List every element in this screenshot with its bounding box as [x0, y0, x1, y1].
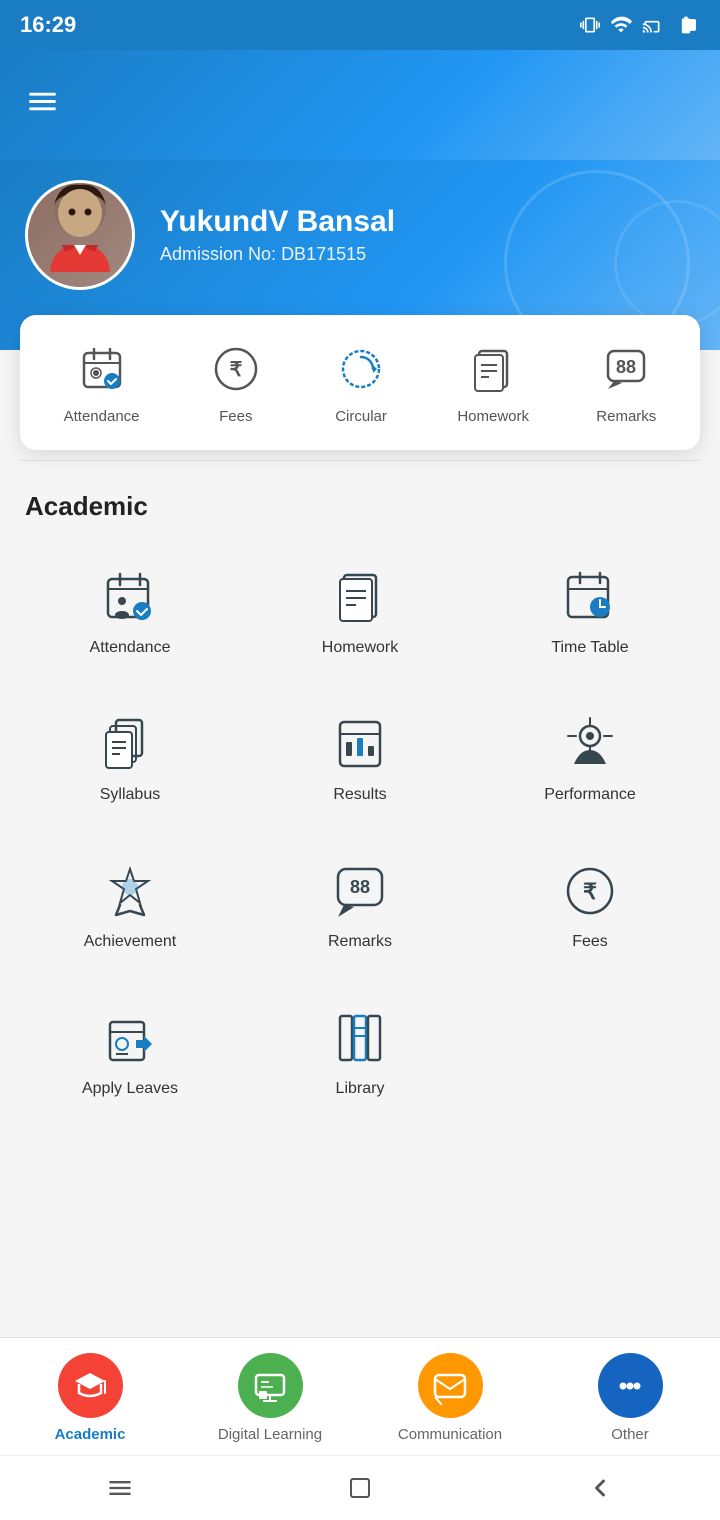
grid-timetable-icon [558, 564, 623, 629]
grid-applyleaves-label: Apply Leaves [82, 1080, 178, 1098]
grid-results-icon [328, 711, 393, 776]
academic-grid: Attendance Homework [0, 542, 720, 1120]
svg-text:88: 88 [616, 357, 636, 377]
attendance-icon [73, 340, 131, 398]
nav-digital-learning-label: Digital Learning [218, 1426, 322, 1443]
circular-icon [332, 340, 390, 398]
circular-label: Circular [335, 408, 387, 425]
android-home-btn[interactable] [335, 1463, 385, 1513]
grid-syllabus-icon [98, 711, 163, 776]
fees-label: Fees [219, 408, 252, 425]
profile-name: YukundV Bansal [160, 205, 395, 239]
android-back-btn[interactable] [575, 1463, 625, 1513]
svg-text:₹: ₹ [229, 359, 242, 381]
profile-admission: Admission No: DB171515 [160, 244, 395, 265]
status-time: 16:29 [20, 12, 76, 38]
grid-applyleaves-icon [98, 1005, 163, 1070]
quick-action-attendance[interactable]: Attendance [64, 340, 140, 425]
profile-info: YukundV Bansal Admission No: DB171515 [160, 205, 395, 265]
attendance-label: Attendance [64, 408, 140, 425]
svg-text:₹: ₹ [583, 879, 597, 904]
status-bar: 16:29 [0, 0, 720, 50]
nav-other-label: Other [611, 1426, 649, 1443]
grid-remarks-label: Remarks [328, 933, 392, 951]
grid-item-achievement[interactable]: Achievement [20, 836, 240, 973]
grid-fees-label: Fees [572, 933, 608, 951]
quick-action-homework[interactable]: Homework [457, 340, 529, 425]
grid-performance-label: Performance [544, 786, 636, 804]
grid-item-syllabus[interactable]: Syllabus [20, 689, 240, 826]
vibrate-icon [580, 15, 600, 35]
grid-attendance-icon [98, 564, 163, 629]
grid-item-results[interactable]: Results [250, 689, 470, 826]
quick-action-fees[interactable]: ₹ Fees [207, 340, 265, 425]
grid-homework-label: Homework [322, 639, 398, 657]
grid-homework-icon [328, 564, 393, 629]
grid-item-fees[interactable]: ₹ Fees [480, 836, 700, 973]
nav-digital-learning-icon [238, 1353, 303, 1418]
status-icons [580, 14, 700, 36]
grid-achievement-icon [98, 858, 163, 923]
nav-other-icon [598, 1353, 663, 1418]
battery-icon [672, 15, 700, 35]
grid-item-homework[interactable]: Homework [250, 542, 470, 679]
nav-communication[interactable]: Communication [360, 1338, 540, 1455]
avatar [25, 180, 135, 290]
grid-timetable-label: Time Table [551, 639, 628, 657]
nav-academic-label: Academic [55, 1426, 126, 1443]
grid-item-applyleaves[interactable]: Apply Leaves [20, 983, 240, 1120]
nav-communication-label: Communication [398, 1426, 502, 1443]
grid-results-label: Results [333, 786, 386, 804]
header [0, 50, 720, 160]
cast-icon [642, 15, 662, 35]
grid-fees-icon: ₹ [558, 858, 623, 923]
homework-icon [464, 340, 522, 398]
nav-academic-icon [58, 1353, 123, 1418]
android-menu-btn[interactable] [95, 1463, 145, 1513]
grid-performance-icon [558, 711, 623, 776]
grid-item-attendance[interactable]: Attendance [20, 542, 240, 679]
grid-item-performance[interactable]: Performance [480, 689, 700, 826]
grid-achievement-label: Achievement [84, 933, 177, 951]
android-nav [0, 1455, 720, 1520]
bottom-nav: Academic Digital Learning Communication [0, 1337, 720, 1455]
wifi-icon [610, 14, 632, 36]
hamburger-menu[interactable] [25, 84, 60, 126]
grid-remarks-icon: 88 [328, 858, 393, 923]
nav-digital-learning[interactable]: Digital Learning [180, 1338, 360, 1455]
homework-label: Homework [457, 408, 529, 425]
remarks-label: Remarks [596, 408, 656, 425]
grid-item-remarks[interactable]: 88 Remarks [250, 836, 470, 973]
nav-academic[interactable]: Academic [0, 1338, 180, 1455]
academic-section-title: Academic [25, 491, 695, 522]
quick-actions-card: Attendance ₹ Fees Circular [20, 315, 700, 450]
grid-syllabus-label: Syllabus [100, 786, 160, 804]
grid-item-library[interactable]: Library [250, 983, 470, 1120]
grid-library-icon [328, 1005, 393, 1070]
svg-text:88: 88 [350, 877, 370, 897]
remarks-icon: 88 [597, 340, 655, 398]
nav-other[interactable]: Other [540, 1338, 720, 1455]
quick-action-remarks[interactable]: 88 Remarks [596, 340, 656, 425]
grid-attendance-label: Attendance [90, 639, 171, 657]
quick-action-circular[interactable]: Circular [332, 340, 390, 425]
separator-1 [20, 460, 700, 461]
nav-communication-icon [418, 1353, 483, 1418]
fees-icon: ₹ [207, 340, 265, 398]
grid-library-label: Library [336, 1080, 385, 1098]
grid-item-timetable[interactable]: Time Table [480, 542, 700, 679]
